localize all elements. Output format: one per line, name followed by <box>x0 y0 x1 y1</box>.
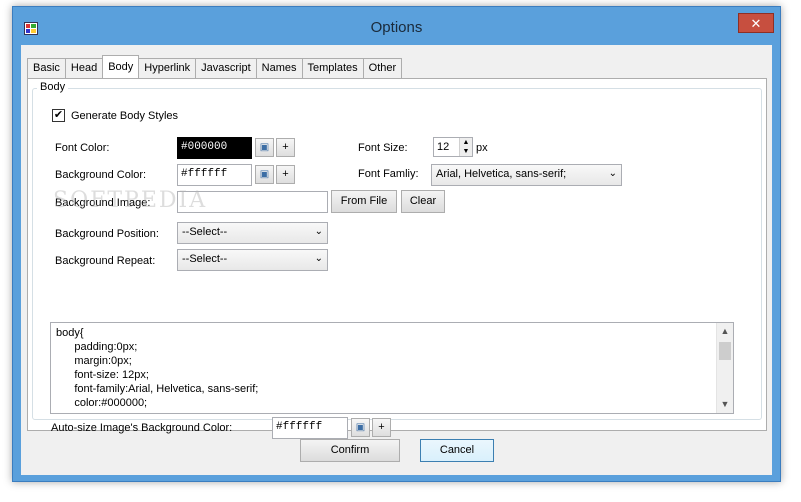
css-line: font-size: 12px; <box>56 369 149 381</box>
css-line: color:#000000; <box>56 397 148 409</box>
font-color-label: Font Color: <box>55 142 110 154</box>
background-repeat-value: --Select-- <box>182 253 228 265</box>
cancel-button[interactable]: Cancel <box>420 439 494 462</box>
font-color-picker-button[interactable]: ▣ <box>255 138 274 157</box>
title-bar[interactable]: Options ✕ <box>13 7 780 45</box>
tab-basic[interactable]: Basic <box>27 58 66 78</box>
css-line: padding:0px; <box>56 341 138 353</box>
font-color-input[interactable]: #000000 <box>177 137 252 159</box>
from-file-button[interactable]: From File <box>331 190 397 213</box>
font-size-stepper[interactable]: 12 ▲ ▼ <box>433 137 473 157</box>
close-button[interactable]: ✕ <box>738 13 774 33</box>
spin-arrows: ▲ ▼ <box>459 138 472 156</box>
css-preview-scrollbar[interactable]: ▲ ▼ <box>716 323 733 413</box>
options-window: Options ✕ Basic Head Body Hyperlink Java… <box>12 6 781 482</box>
scrollbar-thumb[interactable] <box>719 342 731 360</box>
tab-other[interactable]: Other <box>362 58 403 78</box>
autosize-bg-color-label: Auto-size Image's Background Color: <box>51 422 233 434</box>
window-title: Options <box>370 19 423 36</box>
font-family-label: Font Famliy: <box>358 168 419 180</box>
css-line: font-family:Arial, Helvetica, sans-serif… <box>56 383 259 395</box>
chevron-down-icon: ⌄ <box>314 226 323 237</box>
tab-names[interactable]: Names <box>255 58 303 78</box>
background-color-picker-button[interactable]: ▣ <box>255 165 274 184</box>
chevron-down-icon: ⌄ <box>608 168 617 179</box>
spin-down-icon[interactable]: ▼ <box>460 147 472 156</box>
background-color-label: Background Color: <box>55 169 147 181</box>
tab-templates[interactable]: Templates <box>301 58 364 78</box>
watermark-text: SOFTPEDIA <box>53 188 208 213</box>
autosize-color-add-button[interactable]: + <box>372 418 391 437</box>
background-repeat-select[interactable]: --Select-- ⌄ <box>177 249 328 271</box>
font-size-label: Font Size: <box>358 142 408 154</box>
generate-styles-label: Generate Body Styles <box>71 110 179 122</box>
background-color-input[interactable]: #ffffff <box>177 164 252 186</box>
background-position-select[interactable]: --Select-- ⌄ <box>177 222 328 244</box>
tab-javascript[interactable]: Javascript <box>195 58 257 78</box>
font-size-unit: px <box>476 142 488 154</box>
generate-styles-checkbox[interactable]: ✔ <box>52 109 65 122</box>
plus-icon: + <box>378 421 385 433</box>
background-color-add-button[interactable]: + <box>276 165 295 184</box>
background-position-value: --Select-- <box>182 226 228 238</box>
chevron-down-icon: ⌄ <box>314 253 323 264</box>
group-title: Body <box>37 81 69 93</box>
scroll-down-icon[interactable]: ▼ <box>717 396 733 413</box>
body-tab-page: Body ✔ Generate Body Styles Font Color: … <box>27 78 767 439</box>
autosize-color-picker-button[interactable]: ▣ <box>351 418 370 437</box>
tab-body[interactable]: Body <box>102 55 140 78</box>
tab-hyperlink[interactable]: Hyperlink <box>138 58 197 78</box>
css-line: margin:0px; <box>56 355 132 367</box>
scroll-up-icon[interactable]: ▲ <box>717 323 733 340</box>
spin-up-icon[interactable]: ▲ <box>460 138 472 147</box>
color-picker-icon: ▣ <box>259 169 270 180</box>
autosize-bg-color-input[interactable]: #ffffff <box>272 417 348 439</box>
plus-icon: + <box>282 168 289 180</box>
plus-icon: + <box>282 141 289 153</box>
background-repeat-label: Background Repeat: <box>55 255 156 267</box>
font-family-select[interactable]: Arial, Helvetica, sans-serif; ⌄ <box>431 164 622 186</box>
font-family-value: Arial, Helvetica, sans-serif; <box>436 168 567 180</box>
confirm-button[interactable]: Confirm <box>300 439 400 462</box>
tab-head[interactable]: Head <box>64 58 104 78</box>
color-picker-icon: ▣ <box>355 422 366 433</box>
color-picker-icon: ▣ <box>259 142 270 153</box>
font-size-value: 12 <box>437 141 450 153</box>
css-line: body{ <box>56 327 84 339</box>
clear-button[interactable]: Clear <box>401 190 445 213</box>
css-preview-textarea[interactable]: body{ padding:0px; margin:0px; font-size… <box>50 322 734 414</box>
font-color-add-button[interactable]: + <box>276 138 295 157</box>
tab-strip: Basic Head Body Hyperlink Javascript Nam… <box>27 55 403 78</box>
dialog-client-area: Basic Head Body Hyperlink Javascript Nam… <box>21 45 772 475</box>
background-position-label: Background Position: <box>55 228 159 240</box>
